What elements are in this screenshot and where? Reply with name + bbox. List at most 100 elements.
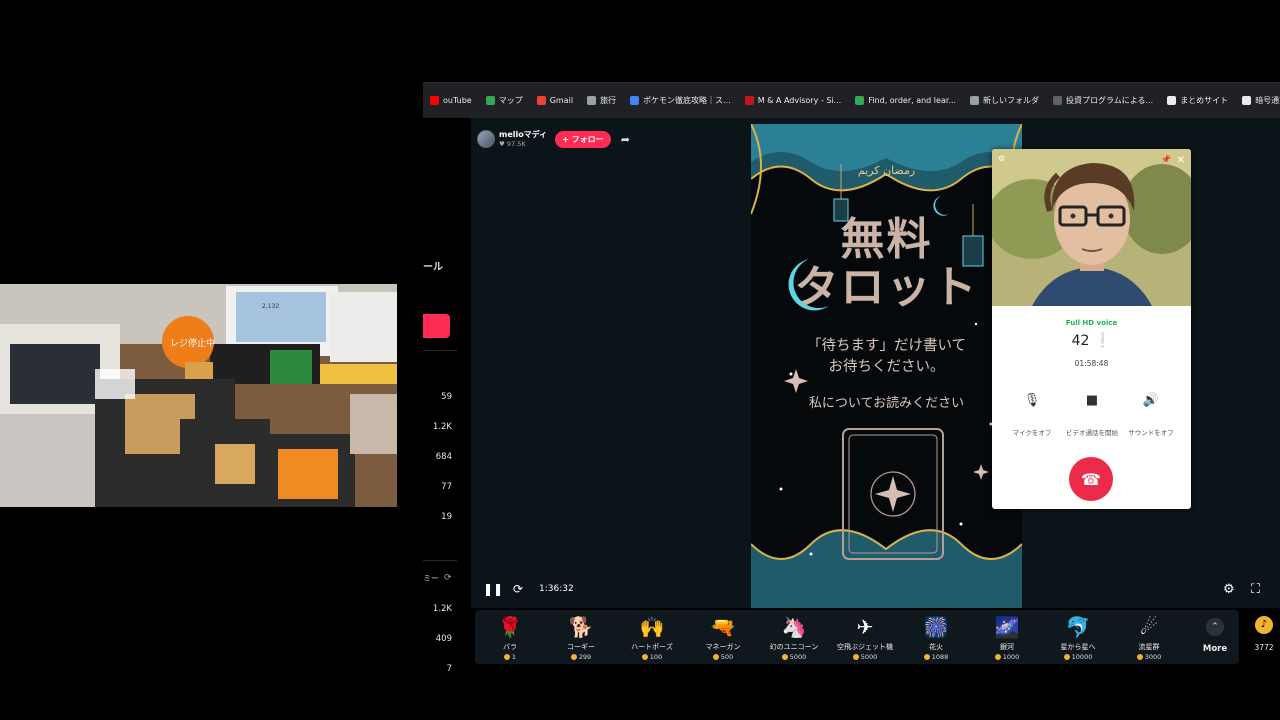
gift-list: ☄ 流星群 3000 🐬 星から星へ 10000 🌌 銀河 1000 🎆 花火 1088 ✈ 空飛ぶジェッ… (475, 610, 1239, 664)
more-gifts-button[interactable]: ⌃ More (1196, 618, 1234, 654)
pokemon-site-icon (630, 96, 640, 105)
gift-price: 1000 (972, 653, 1042, 661)
bookmark-item[interactable]: 旅行 (580, 83, 623, 118)
gift-price: 10000 (1043, 653, 1113, 661)
call-quality-label: Full HD voice (1065, 319, 1118, 327)
poster-headline-line-2: タロット (794, 262, 979, 314)
gift-price-value: 1 (511, 653, 517, 661)
refresh-icon[interactable]: ⟳ (444, 573, 452, 583)
gift-item[interactable]: 🌌 銀河 1000 (972, 614, 1042, 661)
gift-bar: ☄ 流星群 3000 🐬 星から星へ 10000 🌌 銀河 1000 🎆 花火 1088 ✈ 空飛ぶジェッ… (471, 608, 1280, 666)
gift-item[interactable]: 🙌 ハートポーズ 100 (617, 614, 687, 661)
gift-item[interactable]: 🦄 幻のユニコーン 5000 (759, 614, 829, 661)
gift-price-value: 1088 (931, 653, 949, 661)
coin-icon (570, 654, 577, 660)
sidebar-count: 1.2K (432, 604, 452, 614)
close-icon[interactable]: ✕ (1177, 155, 1185, 166)
streamer-name[interactable]: melloマディ (499, 130, 547, 139)
pin-icon[interactable]: 📌 (1161, 155, 1171, 164)
bookmark-item[interactable]: マップ (479, 83, 530, 118)
gift-name: 空飛ぶジェット機 (837, 643, 893, 651)
youtube-icon (430, 96, 439, 105)
phone-hangup-icon: ☎ (1081, 469, 1101, 489)
coin-icon (923, 654, 930, 660)
invest-icon (1053, 96, 1063, 105)
bookmark-item[interactable]: 暗号通貨デリバティブ... (1235, 83, 1280, 118)
bookmark-item[interactable]: 投資プログラムによる... (1046, 83, 1160, 118)
coin-icon (994, 654, 1001, 660)
gift-name: バラ (503, 643, 517, 651)
sidebar-count: 19 (441, 512, 452, 522)
gift-item[interactable]: ✈ 空飛ぶジェット機 5000 (830, 614, 900, 661)
gift-price: 100 (617, 653, 687, 661)
bookmark-label: 旅行 (600, 96, 617, 105)
fireworks-gift-icon: 🎆 (923, 615, 949, 639)
poster-note: 私についてお読みください (808, 396, 965, 411)
coin-icon (712, 654, 719, 660)
gift-item[interactable]: 🌹 バラ 1 (475, 614, 545, 661)
bookmark-item[interactable]: 新しいフォルダ (963, 83, 1046, 118)
sidebar-count: 7 (446, 664, 452, 674)
streamer-avatar[interactable] (477, 130, 495, 148)
poster-headline: 無料 タロット (751, 215, 1022, 314)
sidebar-heading: ール (423, 262, 443, 273)
sidebar-action-button[interactable] (423, 314, 450, 338)
bookmark-item[interactable]: Find, order, and lear... (848, 83, 963, 118)
coin-icon (1136, 654, 1143, 660)
bookmark-item[interactable]: まとめサイト (1160, 83, 1235, 118)
webcam-feed: 2,132 レジ停止中 (0, 284, 397, 507)
star-to-star-gift-icon: 🐬 (1065, 615, 1091, 639)
replay-icon[interactable]: ⟳ (511, 582, 525, 596)
mute-sound-label: サウンドをオフ (1128, 429, 1174, 437)
coin-balance-value: 3772 (1254, 643, 1274, 652)
bookmark-item[interactable]: ポケモン徹底攻略｜ス... (623, 83, 738, 118)
microphone-icon: 🎙 (1023, 393, 1041, 408)
stream-video-poster: رمضان كريم 無料 タロット 「待ちます」だけ書いて お待ちください。 … (751, 124, 1022, 608)
svg-text:レジ停止中: レジ停止中 (170, 337, 215, 349)
find-order-icon (855, 96, 865, 105)
coin-icon (1063, 654, 1070, 660)
bookmark-item[interactable]: ouTube (423, 83, 479, 118)
gift-item[interactable]: 🐬 星から星へ 10000 (1043, 614, 1113, 661)
poster-subtitle-line-2: お待ちください。 (828, 359, 945, 376)
video-camera-icon: ■ (1085, 393, 1099, 408)
mute-sound-button[interactable]: 🔊 サウンドをオフ (1121, 393, 1181, 438)
gift-item[interactable]: ☄ 流星群 3000 (1114, 614, 1184, 661)
gift-item[interactable]: 🐕 コーギー 299 (546, 614, 616, 661)
settings-gear-icon[interactable]: ⚙ (1223, 582, 1235, 597)
coin-icon (503, 654, 510, 660)
more-label: More (1202, 644, 1228, 654)
galaxy-gift-icon: 🌌 (994, 615, 1020, 639)
bookmark-label: 暗号通貨デリバティブ... (1255, 96, 1280, 105)
sidebar-count: 1.2K (432, 422, 452, 432)
voice-call-window: ⚙ 📌 ✕ Full HD voice 42 ❕ 01:58:48 🎙 マイクを… (992, 149, 1191, 509)
gift-item[interactable]: 🎆 花火 1088 (901, 614, 971, 661)
gift-price: 5000 (830, 653, 900, 661)
gift-price: 3000 (1114, 653, 1184, 661)
poster-subtitle-line-1: 「待ちます」だけ書いて (806, 338, 967, 354)
bookmark-label: ポケモン徹底攻略｜ス... (643, 96, 731, 105)
coin-balance[interactable]: ♪ 3772 (1247, 616, 1280, 652)
bookmark-item[interactable]: Gmail (530, 83, 580, 118)
start-video-label: ビデオ通話を開始 (1066, 429, 1118, 437)
gift-name: コーギー (567, 643, 595, 651)
streamer-likes: ♥ 97.5K (499, 139, 526, 148)
follow-button[interactable]: + フォロー (555, 130, 611, 148)
gift-item[interactable]: 🔫 マネーガン 500 (688, 614, 758, 661)
fullscreen-icon[interactable]: ⛶ (1251, 582, 1260, 597)
bookmark-item[interactable]: M & A Advisory - Si... (738, 83, 849, 118)
call-settings-icon[interactable]: ⚙ (998, 154, 1005, 163)
pause-icon[interactable]: ❚❚ (483, 582, 503, 596)
poster-subtitle: 「待ちます」だけ書いて お待ちください。 (751, 336, 1022, 378)
hang-up-button[interactable]: ☎ (1069, 457, 1113, 501)
mute-mic-button[interactable]: 🎙 マイクをオフ (1002, 393, 1062, 438)
start-video-button[interactable]: ■ ビデオ通話を開始 (1062, 393, 1122, 438)
gift-name: 花火 (929, 643, 943, 651)
bookmark-label: ouTube (443, 96, 472, 105)
chevron-up-icon: ⌃ (1206, 618, 1224, 636)
share-icon[interactable]: ➦ (621, 133, 630, 146)
speaker-icon: 🔊 (1142, 393, 1160, 408)
bookmark-label: マップ (498, 96, 523, 105)
bookmarks-bar: ouTube マップ Gmail 旅行 ポケモン徹底攻略｜ス... M & A Advis… (423, 82, 1280, 118)
gift-name: 流星群 (1138, 643, 1160, 651)
